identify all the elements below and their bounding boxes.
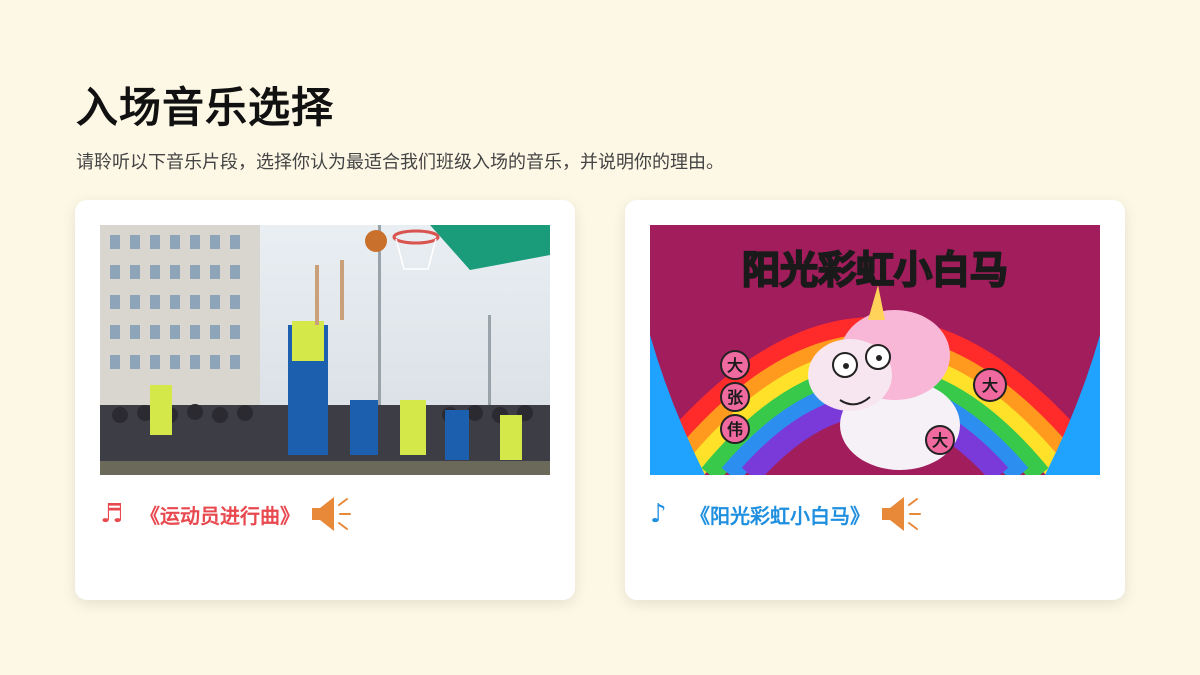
badge-text: 张 [727,388,744,407]
badge-text: 大 [982,376,998,395]
song-title-sunshine-rainbow-pony[interactable]: 《阳光彩虹小白马》 [690,500,870,529]
music-note-icon: ♪ [650,499,667,529]
illustration-title: 阳光彩虹小白马 [742,248,1008,292]
song-title-athletes-march[interactable]: 《运动员进行曲》 [140,500,300,529]
speaker-icon[interactable] [310,494,354,534]
page-subtitle: 请聆听以下音乐片段，选择你认为最适合我们班级入场的音乐，并说明你的理由。 [76,152,724,173]
music-card-1: ♬ 《运动员进行曲》 [75,200,575,600]
unicorn-illustration: 阳光彩虹小白马 大 张 伟 大 大 [650,225,1100,475]
badge-text: 伟 [727,420,743,439]
speaker-icon[interactable] [880,494,924,534]
badge-text: 大 [727,356,743,375]
song-row-2: ♪ 《阳光彩虹小白马》 [650,492,924,536]
basketball-photo [100,225,550,475]
song-row-1: ♬ 《运动员进行曲》 [100,492,354,536]
music-card-2: 阳光彩虹小白马 大 张 伟 大 大 ♪ 《阳光彩虹小白马》 [625,200,1125,600]
music-note-icon: ♬ [100,499,124,529]
badge-text: 大 [932,431,948,450]
page-title: 入场音乐选择 [76,83,335,132]
